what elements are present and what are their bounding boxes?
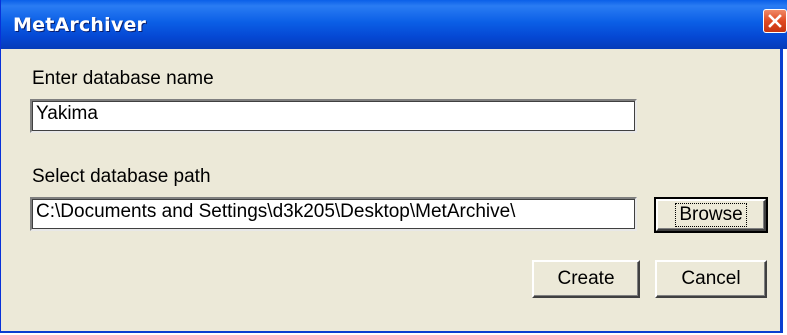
title-bar[interactable]: MetArchiver (1, 0, 787, 49)
close-icon (768, 14, 782, 28)
cancel-button[interactable]: Cancel (655, 260, 767, 298)
browse-button-label: Browse (675, 203, 747, 227)
create-button[interactable]: Create (532, 260, 640, 298)
database-path-label: Select database path (32, 166, 211, 187)
browse-button[interactable]: Browse (654, 197, 768, 233)
database-path-input[interactable]: C:\Documents and Settings\d3k205\Desktop… (30, 197, 637, 231)
dialog-body: Enter database name Yakima Select databa… (1, 49, 787, 331)
database-name-input[interactable]: Yakima (30, 99, 637, 133)
database-name-label: Enter database name (32, 68, 214, 89)
close-button[interactable] (763, 9, 787, 33)
metarchiver-dialog: MetArchiver Enter database name Yakima S… (0, 0, 787, 333)
window-title: MetArchiver (13, 14, 147, 36)
